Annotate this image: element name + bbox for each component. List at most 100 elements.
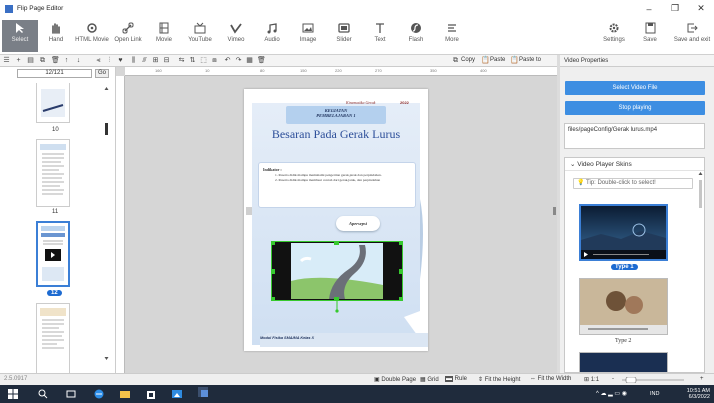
clock-date: 6/3/2022: [688, 394, 710, 400]
vimeo-button[interactable]: Vimeo: [218, 20, 254, 52]
zoom-in-button[interactable]: +: [700, 376, 704, 382]
clock[interactable]: 10:51 AM 6/3/2022: [672, 388, 710, 400]
video-player-skins-panel: ⌄ Video Player Skins 💡 Tip: Double-click…: [564, 157, 705, 373]
trash-icon[interactable]: 🗑: [257, 57, 266, 65]
settings-button[interactable]: Settings: [596, 20, 632, 52]
thumbnail-scrollbar[interactable]: [104, 87, 109, 373]
video-element[interactable]: [271, 241, 403, 301]
paste-to-button[interactable]: Paste to: [519, 57, 541, 63]
hand-tool-button[interactable]: Hand: [38, 20, 74, 52]
undo-icon[interactable]: ↶: [224, 57, 231, 65]
grid-label: Grid: [427, 377, 439, 383]
page-number-input[interactable]: 12/121: [17, 69, 92, 78]
page-thumbnail-12[interactable]: [36, 221, 70, 287]
align-left-icon[interactable]: ⫷: [95, 57, 102, 65]
save-and-exit-button[interactable]: Save and exit: [672, 20, 712, 52]
select-video-file-button[interactable]: Select Video File: [565, 81, 705, 95]
ruler-tick: 10: [205, 68, 210, 73]
same-width-icon[interactable]: ⇆: [178, 57, 185, 65]
skins-scrollbar[interactable]: [698, 172, 703, 372]
align-top-icon[interactable]: ⫼: [130, 57, 137, 65]
search-icon[interactable]: [38, 389, 48, 399]
app-icon: [5, 4, 13, 13]
fit-height-button[interactable]: ⇕ Fit the Height: [478, 376, 520, 383]
input-language[interactable]: IND: [650, 391, 659, 397]
zoom-slider[interactable]: [622, 377, 684, 383]
movie-button[interactable]: Movie: [146, 20, 182, 52]
grid-toggle[interactable]: ▦ Grid: [420, 376, 439, 383]
layer-icon[interactable]: ⧈: [211, 57, 218, 65]
html-movie-button[interactable]: HTML Movie: [74, 20, 110, 52]
page-label-12: 12: [47, 290, 62, 296]
select-tool-button[interactable]: Select: [2, 20, 38, 52]
page-thumbnail-11[interactable]: [36, 139, 70, 207]
audio-button[interactable]: Audio: [254, 20, 290, 52]
canvas-splitter[interactable]: [553, 207, 556, 215]
insert-page-icon[interactable]: ▤: [27, 57, 34, 65]
skin-type-3[interactable]: [579, 352, 668, 372]
open-link-button[interactable]: Open Link: [110, 20, 146, 52]
align-right-icon[interactable]: ♥: [117, 57, 124, 65]
page-canvas-area[interactable]: 160 10 80 150 220 270 350 400 Kinematika…: [116, 67, 557, 373]
redo-icon[interactable]: ↷: [235, 57, 242, 65]
rotate-handle[interactable]: [334, 301, 340, 313]
double-page-toggle[interactable]: ▣ Double Page: [374, 376, 416, 383]
close-button[interactable]: ✕: [688, 0, 714, 17]
page-thumbnail-13[interactable]: [36, 303, 70, 373]
slider-button[interactable]: Slider: [326, 20, 362, 52]
menu-icon[interactable]: ☰: [3, 57, 10, 65]
move-up-icon[interactable]: ↑: [63, 57, 70, 65]
save-button[interactable]: Save: [632, 20, 668, 52]
fit-width-button[interactable]: ⇔ Fit the Width: [530, 376, 571, 382]
edge-browser-icon[interactable]: [94, 389, 104, 399]
minimize-button[interactable]: –: [636, 0, 662, 17]
zoom-out-button[interactable]: -: [612, 376, 614, 382]
same-size-icon[interactable]: ⬚: [200, 57, 207, 65]
ruler-tick: 160: [155, 68, 162, 73]
skin-type-1[interactable]: [579, 204, 668, 261]
windows-start-icon[interactable]: [8, 389, 18, 399]
same-height-icon[interactable]: ⇅: [189, 57, 196, 65]
save-and-exit-label: Save and exit: [673, 37, 711, 43]
paste-button[interactable]: Paste: [490, 57, 505, 63]
indicator-item-2-text: Peserta didik mampu membuat contoh dari …: [278, 178, 381, 182]
youtube-button[interactable]: YouTube: [182, 20, 218, 52]
horizontal-ruler: 160 10 80 150 220 270 350 400: [125, 67, 557, 76]
photos-icon[interactable]: [172, 389, 182, 399]
image-button[interactable]: Image: [290, 20, 326, 52]
video-properties-panel: Select Video File Stop playing files/pag…: [560, 67, 714, 373]
grid-icon[interactable]: ▦: [246, 57, 253, 65]
page-11-preview: [40, 144, 66, 195]
skins-header[interactable]: ⌄ Video Player Skins: [565, 158, 704, 171]
task-view-icon[interactable]: [66, 389, 76, 399]
copy-page-icon[interactable]: ⧉: [39, 57, 46, 65]
window-title: Flip Page Editor: [17, 5, 64, 12]
move-down-icon[interactable]: ↓: [75, 57, 82, 65]
actual-size-button[interactable]: ⊞ 1:1: [584, 376, 599, 383]
file-explorer-icon[interactable]: [120, 389, 130, 399]
flip-editor-taskbar-icon[interactable]: [198, 387, 208, 397]
align-bottom-icon[interactable]: ⊞: [152, 57, 159, 65]
copy-button[interactable]: Copy: [461, 57, 475, 63]
video-path-field[interactable]: files/pageConfig/Gerak lurus.mp4: [564, 123, 705, 149]
tray-icons[interactable]: ^ ☁ ▂ ▭ ◉: [596, 391, 627, 397]
flash-button[interactable]: Flash: [398, 20, 434, 52]
more-button[interactable]: More: [434, 20, 470, 52]
skin-type-2[interactable]: [579, 278, 668, 335]
align-center-icon[interactable]: ⫶: [106, 57, 113, 65]
align-middle-icon[interactable]: ⫻: [141, 57, 148, 65]
store-icon[interactable]: [146, 389, 156, 399]
maximize-button[interactable]: ❐: [662, 0, 688, 17]
title-bar: Flip Page Editor – ❐ ✕: [0, 0, 714, 17]
add-icon[interactable]: +: [15, 57, 22, 65]
select-tool-label: Select: [11, 37, 29, 43]
page-thumbnail-panel: 12/121 Go 10 11 12: [0, 67, 116, 373]
distribute-icon[interactable]: ⊟: [163, 57, 170, 65]
text-button[interactable]: Text: [362, 20, 398, 52]
page-thumbnail-10[interactable]: [36, 83, 70, 123]
go-button[interactable]: Go: [95, 69, 109, 78]
delete-page-icon[interactable]: 🗑: [51, 57, 60, 65]
gear-html-icon: [87, 23, 97, 33]
stop-playing-button[interactable]: Stop playing: [565, 101, 705, 115]
rule-toggle[interactable]: ▬ Rule: [445, 376, 467, 382]
